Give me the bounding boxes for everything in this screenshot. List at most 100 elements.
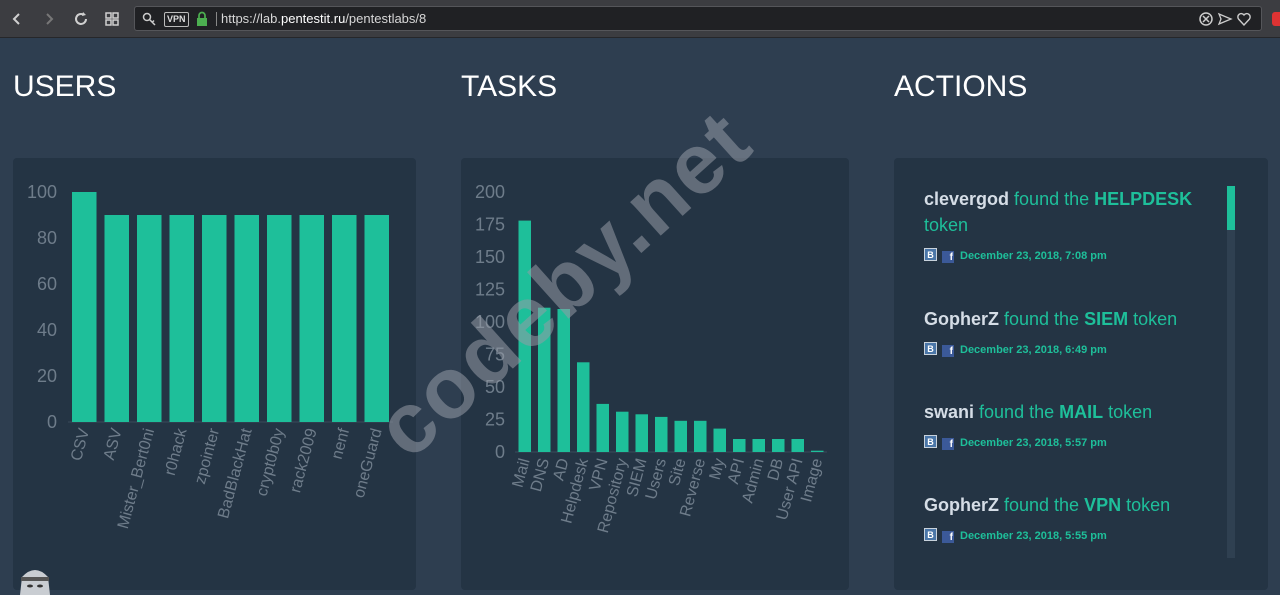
facebook-icon[interactable]: f — [942, 531, 954, 543]
users-bar-chart: 020406080100CSV ASVMister_Bert0ni r0hack zp… — [27, 182, 393, 531]
y-tick-label: 0 — [495, 442, 505, 462]
x-tick-label: BadBlackHat — [215, 426, 256, 520]
action-meta: B f December 23, 2018, 6:49 pm — [924, 342, 1224, 358]
bar — [169, 215, 194, 422]
y-tick-label: 80 — [37, 228, 57, 248]
x-tick-label: CSV — [68, 426, 93, 462]
y-tick-label: 20 — [37, 366, 57, 386]
forward-arrow-icon — [46, 13, 54, 25]
vk-icon[interactable]: B — [924, 248, 937, 261]
users-title: USERS — [13, 70, 117, 103]
bar — [655, 416, 668, 452]
bar — [733, 439, 746, 452]
speed-dial-button[interactable] — [101, 8, 123, 30]
key-icon — [142, 12, 156, 26]
vk-icon[interactable]: B — [924, 435, 937, 448]
bar — [577, 362, 590, 452]
y-tick-label: 60 — [37, 274, 57, 294]
bar — [234, 215, 259, 422]
y-tick-label: 200 — [475, 182, 505, 202]
action-meta: B f December 23, 2018, 5:57 pm — [924, 435, 1224, 451]
action-user[interactable]: clevergod — [924, 189, 1009, 209]
x-tick-label: zpointer — [192, 426, 223, 486]
action-user[interactable]: GopherZ — [924, 309, 999, 329]
bar — [137, 215, 162, 422]
x-tick-label: r0hack — [162, 426, 191, 478]
bar — [104, 215, 129, 422]
reload-icon — [75, 12, 87, 25]
bar — [596, 403, 609, 452]
x-tick-label: rack2009 — [287, 427, 320, 495]
bar — [332, 215, 357, 422]
heart-icon[interactable] — [1236, 11, 1252, 27]
bar — [72, 192, 97, 422]
back-arrow-icon — [12, 13, 20, 25]
y-tick-label: 150 — [475, 247, 505, 267]
action-task: SIEM — [1084, 309, 1129, 329]
actions-panel: clevergod found the HELPDESK token B f D… — [894, 158, 1268, 590]
bar — [635, 414, 648, 452]
bar — [811, 450, 824, 452]
forward-button[interactable] — [38, 8, 60, 30]
tasks-title: TASKS — [461, 70, 558, 103]
action-text: clevergod found the HELPDESK token — [924, 189, 1193, 235]
facebook-icon[interactable]: f — [942, 345, 954, 357]
bar — [616, 411, 629, 452]
action-item: GopherZ found the SIEM token B f Decembe… — [924, 306, 1224, 358]
action-task: HELPDESK — [1094, 189, 1193, 209]
action-item: GopherZ found the VPN token B f December… — [924, 492, 1224, 544]
url-separator — [216, 12, 217, 26]
bar — [674, 420, 687, 452]
action-user[interactable]: swani — [924, 402, 974, 422]
back-button[interactable] — [6, 8, 28, 30]
bar — [694, 420, 707, 452]
y-tick-label: 40 — [37, 320, 57, 340]
action-item: clevergod found the HELPDESK token B f D… — [924, 186, 1224, 264]
users-chart-panel: 0 20 40 60 80 100 CSV ASV Mister_Bert0ni r0hack zp… — [13, 158, 416, 590]
url-text[interactable]: https://lab.pentestit.ru/pentestlabs/8 — [221, 11, 426, 26]
y-tick-label: 0 — [47, 412, 57, 432]
actions-scrollbar-track[interactable] — [1227, 186, 1235, 558]
bar — [299, 215, 324, 422]
action-date: December 23, 2018, 5:55 pm — [960, 530, 1107, 542]
action-user[interactable]: GopherZ — [924, 495, 999, 515]
actions-scrollbar-thumb[interactable] — [1227, 186, 1235, 230]
browser-toolbar: VPN https://lab.pentestit.ru/pentestlabs… — [0, 0, 1280, 38]
action-task: MAIL — [1059, 402, 1104, 422]
anonymous-mask-logo — [20, 570, 50, 595]
action-text: GopherZ found the VPN token — [924, 495, 1171, 515]
x-tick-label: crypt0b0y — [254, 427, 288, 498]
action-date: December 23, 2018, 7:08 pm — [960, 250, 1107, 262]
x-tick-label: ASV — [101, 426, 126, 462]
grid-icon — [105, 12, 119, 26]
y-tick-label: 175 — [475, 215, 505, 235]
x-tick-label: oneGuard — [351, 427, 386, 500]
send-icon[interactable] — [1217, 11, 1233, 27]
bar — [267, 215, 292, 422]
bar — [202, 215, 227, 422]
action-item: swani found the MAIL token B f December … — [924, 399, 1224, 451]
action-task: VPN — [1084, 495, 1122, 515]
action-text: GopherZ found the SIEM token — [924, 309, 1178, 329]
action-date: December 23, 2018, 6:49 pm — [960, 344, 1107, 356]
x-tick-label: nenf — [329, 426, 354, 461]
bar — [713, 428, 726, 452]
vk-icon[interactable]: B — [924, 528, 937, 541]
facebook-icon[interactable]: f — [942, 438, 954, 450]
extension-icon[interactable] — [1272, 12, 1280, 26]
bar — [772, 439, 785, 452]
action-date: December 23, 2018, 5:57 pm — [960, 437, 1107, 449]
bar — [752, 439, 765, 452]
action-text: swani found the MAIL token — [924, 402, 1153, 422]
y-tick-label: 100 — [27, 182, 57, 202]
lock-icon[interactable] — [196, 11, 208, 27]
action-meta: B f December 23, 2018, 7:08 pm — [924, 248, 1224, 264]
facebook-icon[interactable]: f — [942, 251, 954, 263]
actions-title: ACTIONS — [894, 70, 1028, 103]
address-bar[interactable]: VPN https://lab.pentestit.ru/pentestlabs… — [134, 6, 1262, 31]
block-icon[interactable] — [1198, 11, 1214, 27]
vpn-badge[interactable]: VPN — [164, 12, 189, 27]
reload-button[interactable] — [70, 8, 92, 30]
action-meta: B f December 23, 2018, 5:55 pm — [924, 528, 1224, 544]
vk-icon[interactable]: B — [924, 342, 937, 355]
